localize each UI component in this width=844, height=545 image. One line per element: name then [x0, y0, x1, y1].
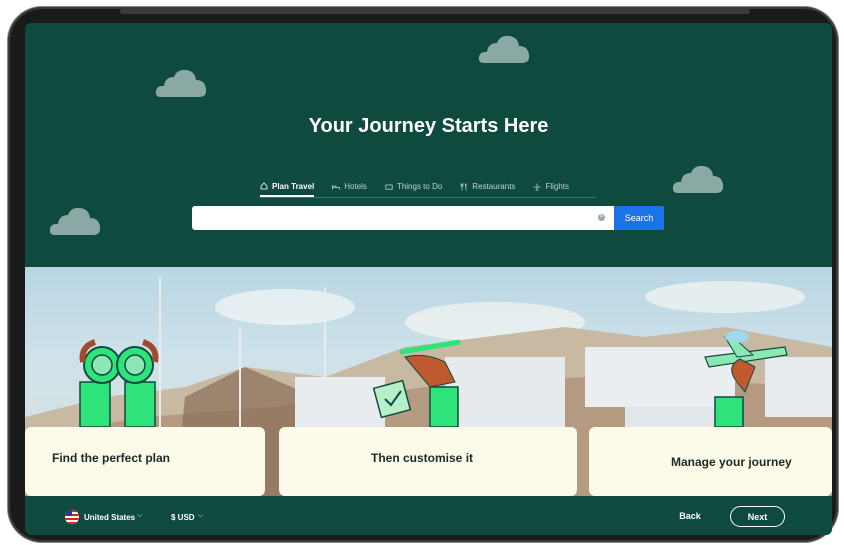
tab-label: Plan Travel [272, 181, 315, 191]
search-bar: × Search [192, 206, 664, 232]
feature-card: Then customise it [279, 427, 577, 496]
tab-label: Hotels [344, 182, 367, 191]
tab-plan-travel[interactable]: Plan Travel [260, 177, 315, 197]
feature-card: Find the perfect plan [25, 427, 265, 496]
tab-label: Things to Do [396, 182, 443, 191]
search-input[interactable] [198, 206, 592, 232]
next-button[interactable]: Next [730, 506, 785, 527]
footer-bar [25, 496, 832, 535]
app-screen: Your Journey Starts Here Plan Travel Hot… [25, 23, 832, 535]
search-button[interactable]: Search [614, 206, 664, 230]
tab-label: Restaurants [472, 182, 516, 191]
feature-card: Manage your journey [589, 427, 832, 496]
tab-label: Flights [545, 182, 569, 191]
card-label: Find the perfect plan [52, 451, 171, 465]
house-icon [260, 182, 268, 190]
tab-things-to-do[interactable]: Things to Do [385, 177, 442, 196]
back-button[interactable]: Back [675, 511, 705, 521]
ticket-icon [385, 184, 393, 190]
fork-knife-icon [460, 182, 467, 190]
tab-flights[interactable]: Flights [533, 177, 569, 196]
cloud-illustration [672, 165, 724, 193]
cloud-illustration [49, 207, 101, 235]
country-selector[interactable]: United States [84, 513, 135, 522]
tab-hotels[interactable]: Hotels [332, 177, 367, 196]
card-label: Manage your journey [671, 455, 792, 469]
chevron-down-icon: ⌵ [137, 512, 143, 519]
plane-icon [533, 183, 541, 190]
tablet-top-edge [120, 9, 750, 14]
card-label: Then customise it [371, 451, 474, 465]
cloud-illustration [155, 69, 207, 97]
page-title: Your Journey Starts Here [308, 115, 549, 137]
clear-icon[interactable]: × [598, 214, 605, 221]
bed-icon [332, 184, 341, 189]
hero-header: Your Journey Starts Here Plan Travel Hot… [25, 23, 832, 267]
chevron-down-icon: ⌵ [198, 512, 204, 519]
tab-restaurants[interactable]: Restaurants [460, 177, 515, 196]
us-flag-icon [65, 510, 79, 524]
cloud-illustration [478, 35, 530, 63]
currency-selector[interactable]: $ USD [171, 513, 195, 522]
travel-tabs: Plan Travel Hotels Things to Do Restaura… [260, 177, 597, 198]
